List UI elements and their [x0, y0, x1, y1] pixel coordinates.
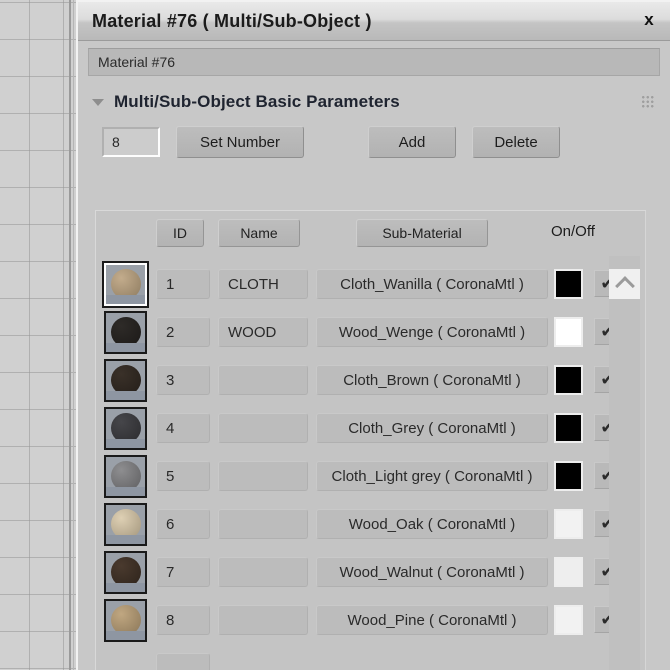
dialog-titlebar: Material #76 ( Multi/Sub-Object ) x — [78, 2, 670, 41]
sub-material-list: ID Name Sub-Material On/Off 1 CLOTH Cloth_… — [95, 210, 646, 670]
cell-sub-material[interactable]: Wood_Pine ( CoronaMtl ) — [316, 605, 548, 635]
material-thumbnail[interactable] — [104, 359, 147, 402]
cell-sub-material[interactable]: Wood_Walnut ( CoronaMtl ) — [316, 557, 548, 587]
cell-name[interactable]: WOOD — [218, 317, 308, 347]
color-swatch[interactable] — [554, 413, 583, 443]
dots-grid-icon[interactable] — [641, 95, 654, 108]
table-row[interactable]: 4 Cloth_Grey ( CoronaMtl ) ✔ — [96, 405, 646, 453]
material-thumbnail[interactable] — [104, 599, 147, 642]
rollout-header[interactable]: Multi/Sub-Object Basic Parameters — [88, 86, 660, 118]
panel-edge-right — [73, 0, 74, 670]
cell-id[interactable]: 8 — [156, 605, 210, 635]
chevron-up-icon[interactable] — [609, 269, 640, 299]
set-number-button[interactable]: Set Number — [176, 126, 304, 158]
list-column-headers: ID Name Sub-Material On/Off — [96, 211, 646, 255]
material-thumbnail[interactable] — [104, 407, 147, 450]
table-row[interactable]: 2 WOOD Wood_Wenge ( CoronaMtl ) ✔ — [96, 309, 646, 357]
column-header-id[interactable]: ID — [156, 219, 204, 247]
cell-id[interactable]: 7 — [156, 557, 210, 587]
material-thumbnail[interactable] — [104, 503, 147, 546]
color-swatch[interactable] — [554, 509, 583, 539]
cell-name[interactable] — [218, 461, 308, 491]
number-of-materials-input[interactable]: 8 — [102, 127, 160, 157]
column-header-sub-material[interactable]: Sub-Material — [356, 219, 488, 247]
table-row[interactable]: 3 Cloth_Brown ( CoronaMtl ) ✔ — [96, 357, 646, 405]
panel-edge-left — [69, 0, 71, 670]
color-swatch[interactable] — [554, 317, 583, 347]
rollout-button-row: 8 Set Number Add Delete — [88, 118, 660, 166]
material-thumbnail[interactable] — [102, 261, 149, 308]
cell-name[interactable] — [218, 605, 308, 635]
rollout-title: Multi/Sub-Object Basic Parameters — [114, 92, 400, 111]
cell-name[interactable] — [218, 509, 308, 539]
material-name-input[interactable]: Material #76 — [88, 48, 660, 76]
cell-name[interactable] — [218, 557, 308, 587]
table-row[interactable]: 8 Wood_Pine ( CoronaMtl ) ✔ — [96, 597, 646, 645]
table-row[interactable]: 6 Wood_Oak ( CoronaMtl ) ✔ — [96, 501, 646, 549]
material-thumbnail[interactable] — [104, 455, 147, 498]
material-name-row: Material #76 — [78, 41, 670, 82]
cell-sub-material[interactable]: Cloth_Wanilla ( CoronaMtl ) — [316, 269, 548, 299]
column-header-on-off: On/Off — [551, 223, 595, 240]
delete-button[interactable]: Delete — [472, 126, 560, 158]
dialog-title: Material #76 ( Multi/Sub-Object ) — [92, 10, 372, 31]
color-swatch[interactable] — [554, 461, 583, 491]
list-scrollbar[interactable] — [609, 256, 640, 670]
cell-name[interactable] — [218, 365, 308, 395]
color-swatch[interactable] — [554, 269, 583, 299]
color-swatch[interactable] — [554, 605, 583, 635]
add-button[interactable]: Add — [368, 126, 456, 158]
cell-sub-material[interactable]: Cloth_Grey ( CoronaMtl ) — [316, 413, 548, 443]
table-row[interactable]: 5 Cloth_Light grey ( CoronaMtl ) ✔ — [96, 453, 646, 501]
cell-id[interactable]: 4 — [156, 413, 210, 443]
cell-sub-material[interactable]: Wood_Oak ( CoronaMtl ) — [316, 509, 548, 539]
cell-sub-material[interactable]: Wood_Wenge ( CoronaMtl ) — [316, 317, 548, 347]
cell-id[interactable] — [156, 653, 210, 670]
cell-sub-material[interactable]: Cloth_Light grey ( CoronaMtl ) — [316, 461, 548, 491]
cell-id[interactable]: 6 — [156, 509, 210, 539]
triangle-down-icon[interactable] — [92, 98, 104, 106]
panel-right-edge — [645, 211, 646, 670]
column-header-name[interactable]: Name — [218, 219, 300, 247]
material-thumbnail[interactable] — [104, 551, 147, 594]
cell-id[interactable]: 1 — [156, 269, 210, 299]
rollout-section: Multi/Sub-Object Basic Parameters 8 Set … — [78, 82, 670, 166]
close-icon[interactable]: x — [634, 7, 664, 33]
cell-id[interactable]: 3 — [156, 365, 210, 395]
table-row[interactable]: 7 Wood_Walnut ( CoronaMtl ) ✔ — [96, 549, 646, 597]
cell-id[interactable]: 5 — [156, 461, 210, 491]
table-row[interactable]: 1 CLOTH Cloth_Wanilla ( CoronaMtl ) ✔ — [96, 261, 646, 309]
table-row[interactable] — [96, 645, 646, 670]
color-swatch[interactable] — [554, 557, 583, 587]
cell-sub-material[interactable]: Cloth_Brown ( CoronaMtl ) — [316, 365, 548, 395]
color-swatch[interactable] — [554, 365, 583, 395]
material-thumbnail[interactable] — [104, 311, 147, 354]
cell-name[interactable] — [218, 413, 308, 443]
cell-name[interactable]: CLOTH — [218, 269, 308, 299]
cell-id[interactable]: 2 — [156, 317, 210, 347]
